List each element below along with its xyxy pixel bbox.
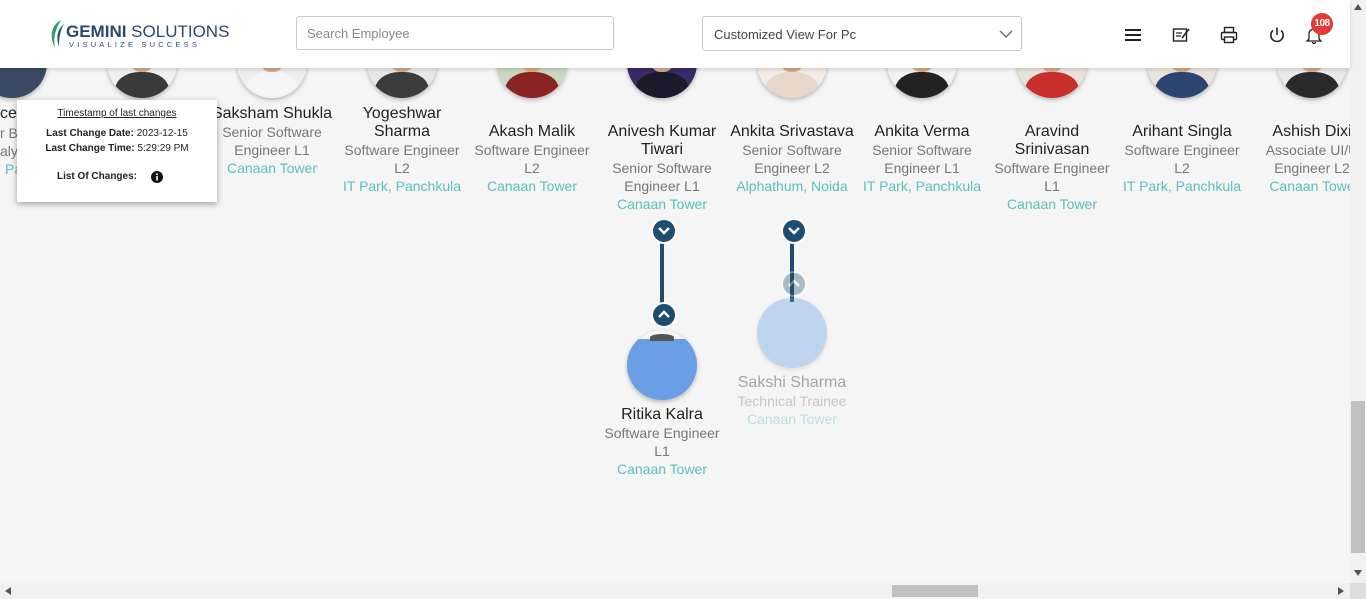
employee-location: Canaan Tower xyxy=(746,411,838,427)
expand-toggle-button[interactable] xyxy=(781,271,807,297)
expand-toggle-button[interactable] xyxy=(651,302,677,328)
scroll-up-arrow-icon[interactable] xyxy=(1354,4,1362,10)
employee-name: Anivesh Kumar Tiwari xyxy=(607,123,717,158)
employee-location: Canaan Tower xyxy=(226,160,318,176)
chevron-down-icon xyxy=(788,227,800,235)
avatar[interactable] xyxy=(367,68,437,98)
employee-title: Software Engineer L1 xyxy=(994,160,1110,194)
collapse-toggle-button[interactable] xyxy=(651,218,677,244)
employee-location: IT Park, Panchkula xyxy=(342,178,462,194)
power-icon[interactable] xyxy=(1268,26,1286,44)
employee-name: Yogeshwar Sharma xyxy=(362,105,442,140)
employee-name: Ankita Verma xyxy=(874,123,970,140)
collapse-toggle-button[interactable] xyxy=(781,218,807,244)
tooltip-title: Timestamp of last changes xyxy=(57,108,177,119)
employee-location: Canaan Towe xyxy=(1269,178,1350,194)
chevron-up-icon xyxy=(658,310,670,318)
employee-title: Software Engineer L2 xyxy=(344,142,460,176)
last-change-time: Last Change Time: 5:29:29 PM xyxy=(45,143,189,154)
chevron-down-icon xyxy=(658,227,670,235)
scrollbar-corner xyxy=(1350,583,1366,599)
notes-icon[interactable] xyxy=(1172,26,1190,44)
employee-name: Sakshi Sharma xyxy=(737,374,847,391)
employee-location: IT Park, Panchkula xyxy=(862,178,982,194)
employee-title: Senior Software Engineer L1 xyxy=(222,124,322,158)
avatar[interactable] xyxy=(237,68,307,98)
view-dropdown[interactable]: Customized View For Pc xyxy=(702,16,1022,51)
avatar[interactable] xyxy=(1017,68,1087,98)
change-timestamp-tooltip: Timestamp of last changes Last Change Da… xyxy=(17,100,217,202)
employee-title: Technical Trainee xyxy=(737,393,847,409)
employee-title: Software Engineer L1 xyxy=(604,425,720,459)
employee-name: Saksham Shukla xyxy=(211,105,333,122)
chevron-up-icon xyxy=(788,279,800,287)
notification-badge[interactable]: 108 xyxy=(1311,13,1333,35)
app-header: GEMINI SOLUTIONS VISUALIZE SUCCESS Custo… xyxy=(0,0,1350,68)
last-change-date: Last Change Date: 2023-12-15 xyxy=(46,128,188,139)
list-of-changes: List Of Changes: xyxy=(56,171,137,182)
employee-location: Canaan Tower xyxy=(616,196,708,212)
avatar[interactable] xyxy=(0,68,47,98)
scroll-down-arrow-icon[interactable] xyxy=(1354,570,1362,576)
avatar[interactable] xyxy=(887,68,957,98)
employee-name: Ritika Kalra xyxy=(621,406,703,423)
employee-title: Associate UI/U Engineer L2 xyxy=(1265,142,1350,176)
logo-name: GEMINI SOLUTIONS xyxy=(66,22,230,41)
menu-icon[interactable] xyxy=(1124,26,1142,44)
avatar[interactable] xyxy=(107,68,177,98)
horizontal-scrollbar-thumb[interactable] xyxy=(892,585,978,597)
employee-name: Ankita Srivastava xyxy=(730,123,854,140)
horizontal-scrollbar[interactable] xyxy=(0,583,1350,599)
avatar[interactable] xyxy=(757,68,827,98)
avatar[interactable] xyxy=(757,298,827,368)
employee-location: IT Park, Panchkula xyxy=(1122,178,1242,194)
partial-employee-name: ce xyxy=(0,105,17,122)
scroll-right-arrow-icon[interactable] xyxy=(1338,587,1344,595)
employee-name: Ashish Dixi xyxy=(1272,123,1350,140)
logo-leaf-icon xyxy=(51,20,64,48)
search-employee-input[interactable] xyxy=(296,16,614,50)
employee-name: Arihant Singla xyxy=(1132,123,1232,140)
scroll-left-arrow-icon[interactable] xyxy=(5,587,11,595)
chevron-down-icon xyxy=(999,30,1013,38)
vertical-scrollbar-thumb[interactable] xyxy=(1351,401,1365,553)
employee-title: Senior Software Engineer L1 xyxy=(612,160,712,194)
employee-name: Akash Malik xyxy=(488,123,576,140)
employee-location: Canaan Tower xyxy=(486,178,578,194)
print-icon[interactable] xyxy=(1220,26,1238,44)
employee-title: Software Engineer L2 xyxy=(474,142,590,176)
avatar[interactable] xyxy=(1277,68,1347,98)
avatar[interactable] xyxy=(1147,68,1217,98)
employee-name: Aravind Srinivasan xyxy=(1014,123,1090,158)
employee-location: Canaan Tower xyxy=(616,461,708,477)
avatar[interactable] xyxy=(627,68,697,98)
gemini-logo[interactable]: GEMINI SOLUTIONS VISUALIZE SUCCESS xyxy=(47,18,229,50)
avatar[interactable] xyxy=(497,68,567,98)
employee-location: Alphathum, Noida xyxy=(736,178,848,194)
employee-title: Senior Software Engineer L2 xyxy=(742,142,842,176)
logo-tagline: VISUALIZE SUCCESS xyxy=(69,40,201,49)
employee-title: Software Engineer L2 xyxy=(1124,142,1240,176)
employee-location: Canaan Tower xyxy=(1006,196,1098,212)
avatar[interactable] xyxy=(627,330,697,400)
view-dropdown-value: Customized View For Pc xyxy=(714,27,857,42)
employee-title: Senior Software Engineer L1 xyxy=(872,142,972,176)
info-icon[interactable] xyxy=(151,171,163,183)
